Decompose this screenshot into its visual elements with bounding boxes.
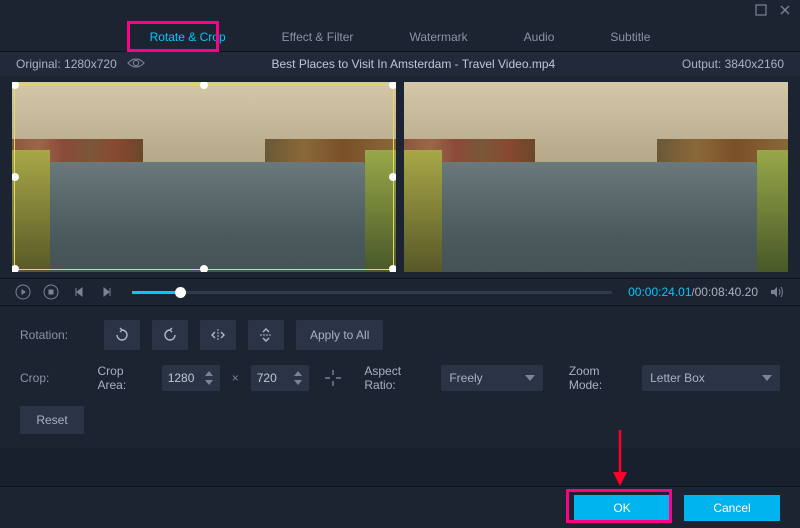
tab-subtitle[interactable]: Subtitle [582, 23, 678, 51]
crop-height-input[interactable] [251, 365, 309, 391]
preview-visibility-icon[interactable] [127, 56, 145, 73]
filename: Best Places to Visit In Amsterdam - Trav… [145, 57, 682, 71]
tab-rotate-crop[interactable]: Rotate & Crop [122, 23, 254, 51]
zoom-mode-label: Zoom Mode: [569, 364, 630, 392]
chevron-up-icon[interactable] [293, 370, 303, 378]
crop-area-label: Crop Area: [98, 364, 150, 392]
chevron-down-icon [762, 375, 772, 381]
crop-width-input[interactable] [162, 365, 220, 391]
center-crop-icon[interactable] [321, 365, 345, 391]
flip-horizontal-button[interactable] [200, 320, 236, 350]
crop-handle-top-center[interactable] [200, 82, 208, 89]
chevron-up-icon[interactable] [204, 370, 214, 378]
chevron-down-icon[interactable] [204, 379, 214, 387]
zoom-mode-select[interactable]: Letter Box [642, 365, 780, 391]
output-label: Output: 3840x2160 [682, 57, 784, 71]
flip-vertical-button[interactable] [248, 320, 284, 350]
crop-handle-mid-left[interactable] [12, 173, 19, 181]
close-icon[interactable] [778, 3, 792, 20]
prev-frame-button[interactable] [70, 283, 88, 301]
tab-audio[interactable]: Audio [496, 23, 583, 51]
maximize-icon[interactable] [754, 3, 768, 20]
rotation-label: Rotation: [20, 328, 92, 342]
seek-bar[interactable] [132, 291, 612, 294]
crop-handle-bottom-left[interactable] [12, 265, 19, 272]
apply-to-all-button[interactable]: Apply to All [296, 320, 383, 350]
playback-time: 00:00:24.01/00:08:40.20 [628, 285, 758, 299]
crop-handle-top-right[interactable] [389, 82, 396, 89]
tab-bar: Rotate & Crop Effect & Filter Watermark … [0, 22, 800, 52]
crop-handle-top-left[interactable] [12, 82, 19, 89]
stop-button[interactable] [42, 283, 60, 301]
original-label: Original: 1280x720 [16, 57, 117, 71]
crop-label: Crop: [20, 371, 86, 385]
play-button[interactable] [14, 283, 32, 301]
aspect-ratio-label: Aspect Ratio: [364, 364, 429, 392]
ok-button[interactable]: OK [574, 495, 670, 521]
crop-handle-bottom-right[interactable] [389, 265, 396, 272]
crop-preview-original[interactable] [12, 82, 396, 272]
chevron-down-icon[interactable] [293, 379, 303, 387]
tab-watermark[interactable]: Watermark [381, 23, 495, 51]
crop-handle-bottom-center[interactable] [200, 265, 208, 272]
seek-thumb[interactable] [175, 287, 186, 298]
crop-preview-output [404, 82, 788, 272]
chevron-down-icon [525, 375, 535, 381]
rotate-left-button[interactable] [104, 320, 140, 350]
cancel-button[interactable]: Cancel [684, 495, 780, 521]
rotate-right-button[interactable] [152, 320, 188, 350]
aspect-ratio-select[interactable]: Freely [441, 365, 543, 391]
tab-effect-filter[interactable]: Effect & Filter [254, 23, 382, 51]
volume-icon[interactable] [768, 283, 786, 301]
reset-button[interactable]: Reset [20, 406, 84, 434]
next-frame-button[interactable] [98, 283, 116, 301]
crop-handle-mid-right[interactable] [389, 173, 396, 181]
multiply-icon: × [232, 371, 239, 385]
crop-selection-box[interactable] [14, 84, 394, 270]
